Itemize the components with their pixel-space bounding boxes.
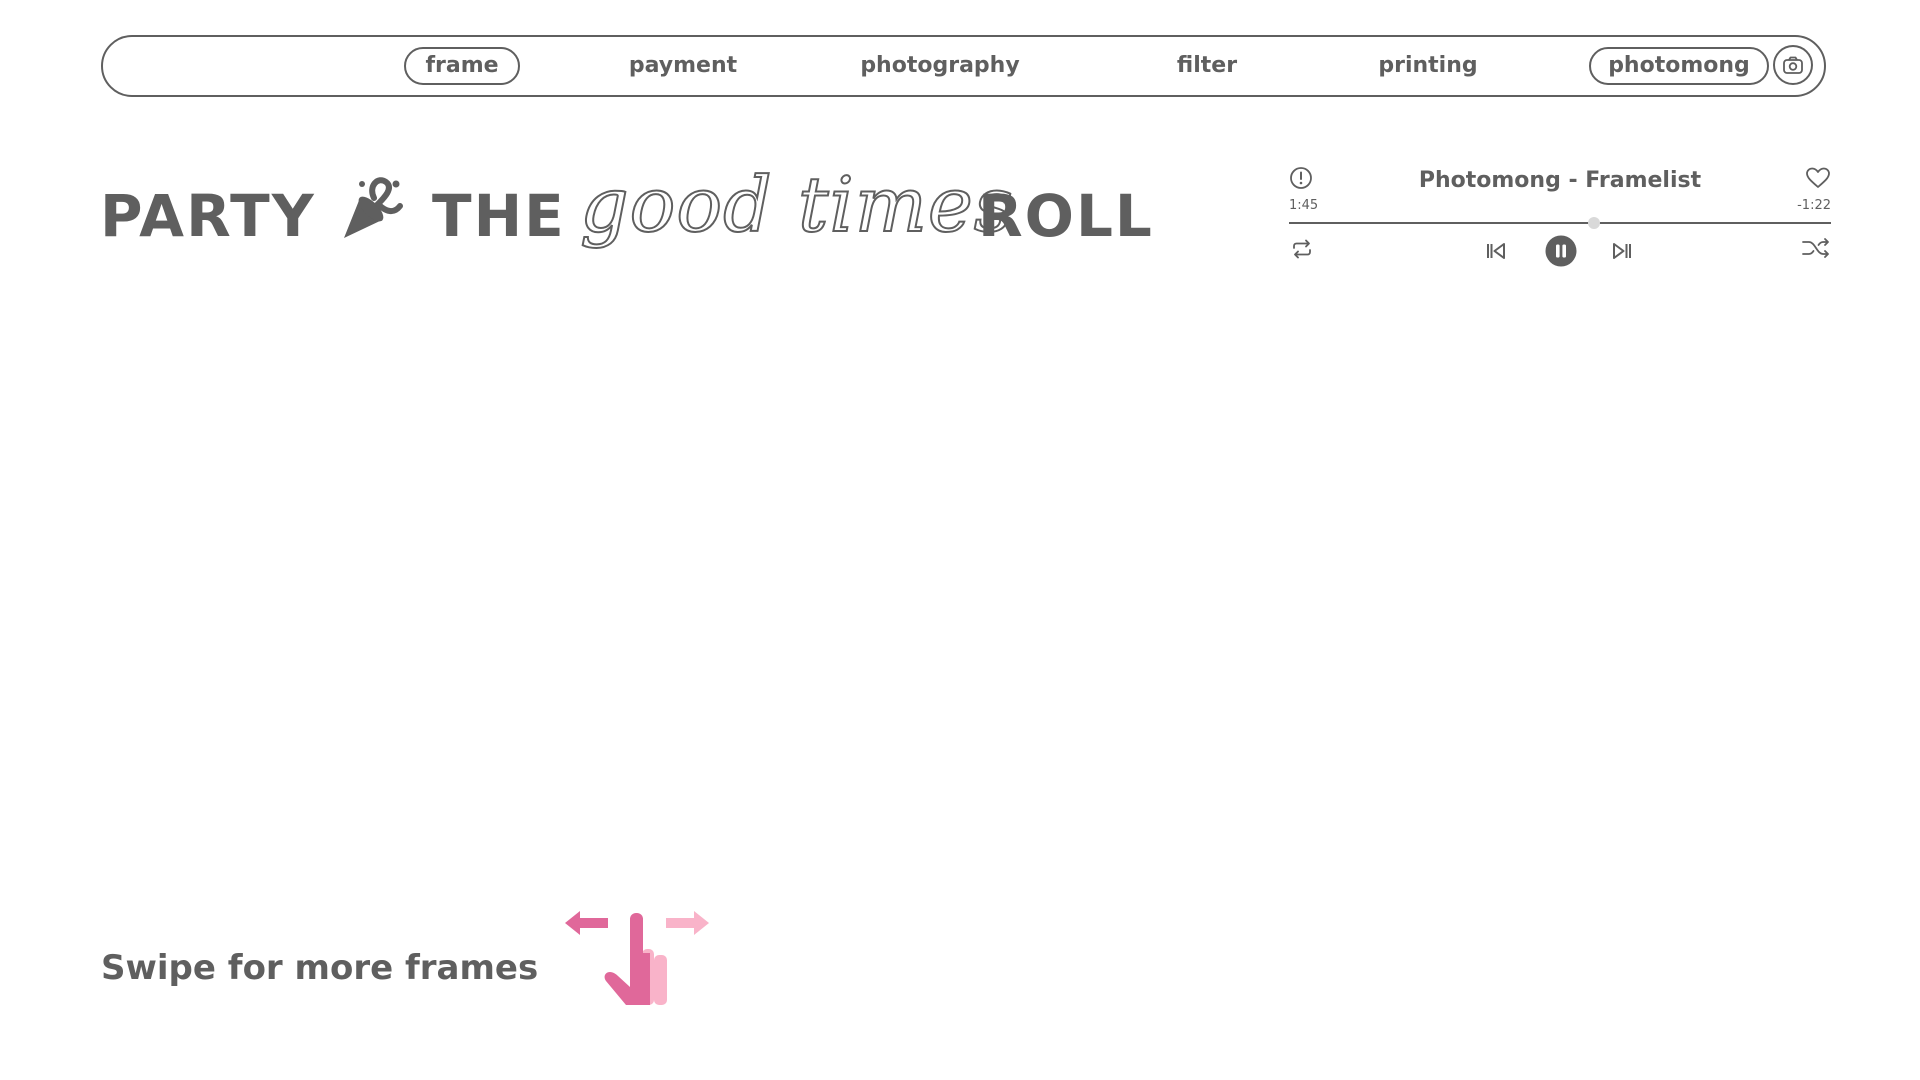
camera-button[interactable] bbox=[1773, 45, 1813, 85]
info-icon[interactable] bbox=[1289, 166, 1313, 190]
nav-item-frame[interactable]: frame bbox=[404, 47, 520, 85]
shuffle-icon bbox=[1802, 238, 1829, 258]
music-player: Photomong - Framelist 1:45 -1:22 bbox=[1289, 166, 1831, 267]
pause-button[interactable] bbox=[1545, 235, 1577, 267]
camera-icon bbox=[1783, 56, 1803, 74]
skip-next-icon bbox=[1613, 243, 1631, 259]
nav-item-payment[interactable]: payment bbox=[623, 47, 743, 85]
repeat-icon bbox=[1293, 239, 1311, 259]
progress-thumb[interactable] bbox=[1587, 217, 1600, 229]
heart-icon[interactable] bbox=[1805, 166, 1831, 190]
remaining-time: -1:22 bbox=[1797, 198, 1831, 213]
headline: PARTY THE good times ROLL bbox=[100, 159, 1180, 270]
top-nav: frame payment photography filter printin… bbox=[101, 35, 1826, 97]
party-popper-ampersand-icon bbox=[344, 177, 403, 238]
swipe-hint-text: Swipe for more frames bbox=[101, 948, 539, 988]
headline-script-good-times: good times bbox=[579, 159, 1014, 250]
nav-item-filter[interactable]: filter bbox=[1167, 47, 1247, 85]
elapsed-time: 1:45 bbox=[1289, 198, 1319, 213]
nav-item-photography[interactable]: photography bbox=[855, 47, 1025, 85]
repeat-button[interactable] bbox=[1289, 236, 1315, 262]
skip-previous-icon bbox=[1487, 243, 1505, 259]
nav-item-printing[interactable]: printing bbox=[1368, 47, 1488, 85]
swipe-hand-icon bbox=[565, 911, 709, 1005]
track-title: Photomong - Framelist bbox=[1418, 168, 1702, 193]
pause-icon bbox=[1545, 235, 1577, 267]
headline-word-roll: ROLL bbox=[978, 182, 1154, 250]
headline-word-party: PARTY bbox=[100, 182, 316, 250]
progress-track[interactable] bbox=[1289, 217, 1831, 229]
previous-button[interactable] bbox=[1483, 238, 1509, 264]
page: frame payment photography filter printin… bbox=[0, 0, 1920, 1080]
shuffle-button[interactable] bbox=[1801, 235, 1831, 261]
nav-item-photomong[interactable]: photomong bbox=[1589, 47, 1769, 85]
next-button[interactable] bbox=[1609, 238, 1635, 264]
headline-word-the: THE bbox=[432, 182, 566, 250]
